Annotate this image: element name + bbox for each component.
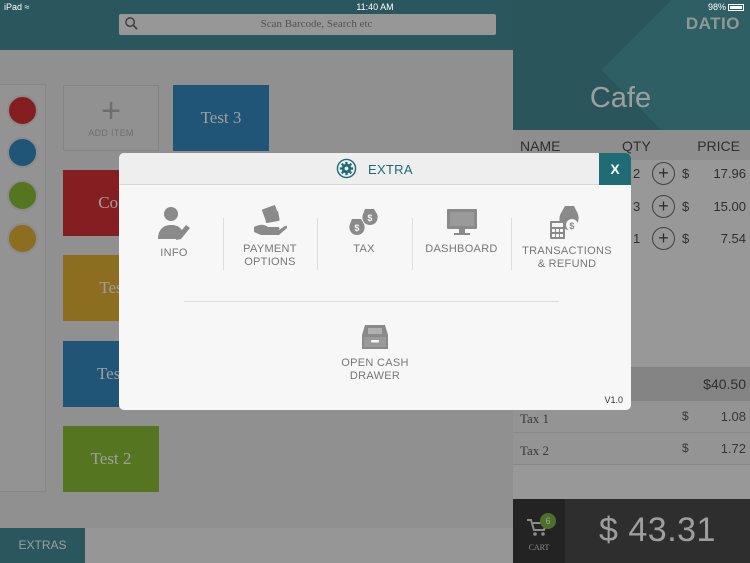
open-cash-drawer-option[interactable]: OPEN CASH DRAWER (331, 323, 419, 383)
gear-icon (336, 158, 357, 179)
divider (184, 301, 559, 302)
hand-money-icon (254, 205, 287, 235)
status-bar: iPad ≈ 11:40 AM 98% (0, 0, 750, 14)
extra-modal: EXTRA X INFO PAYMENT OPTIONS $ $ TAX DAS… (119, 153, 631, 410)
close-button[interactable]: X (599, 153, 631, 185)
money-bags-icon: $ $ (349, 209, 378, 235)
info-option[interactable]: INFO (139, 205, 209, 260)
transactions-refund-label: TRANSACTIONS & REFUND (522, 245, 612, 270)
dashboard-option[interactable]: DASHBOARD (419, 207, 504, 256)
user-edit-icon (158, 207, 190, 240)
svg-text:$: $ (367, 213, 372, 223)
svg-text:$: $ (569, 221, 574, 231)
calculator-bag-icon: $ (550, 206, 579, 239)
tax-option[interactable]: $ $ TAX (331, 205, 397, 256)
open-cash-drawer-label: OPEN CASH DRAWER (341, 357, 409, 382)
payment-options-option[interactable]: PAYMENT OPTIONS (231, 205, 309, 269)
version-label: V1.0 (604, 395, 623, 405)
payment-options-label: PAYMENT OPTIONS (243, 243, 297, 268)
divider (412, 218, 413, 270)
modal-header: EXTRA X (119, 153, 631, 185)
divider (317, 218, 318, 270)
info-label: INFO (160, 247, 188, 259)
modal-title: EXTRA (368, 162, 413, 177)
monitor-icon (446, 209, 477, 235)
svg-text:$: $ (354, 223, 359, 233)
status-battery: 98% (708, 2, 744, 12)
transactions-refund-option[interactable]: $ TRANSACTIONS & REFUND (519, 203, 615, 271)
status-time: 11:40 AM (356, 2, 394, 12)
divider (511, 218, 512, 270)
divider (223, 218, 224, 270)
cash-drawer-icon (362, 325, 388, 349)
dashboard-label: DASHBOARD (425, 243, 498, 255)
battery-icon (728, 4, 744, 12)
tax-label: TAX (353, 243, 375, 255)
